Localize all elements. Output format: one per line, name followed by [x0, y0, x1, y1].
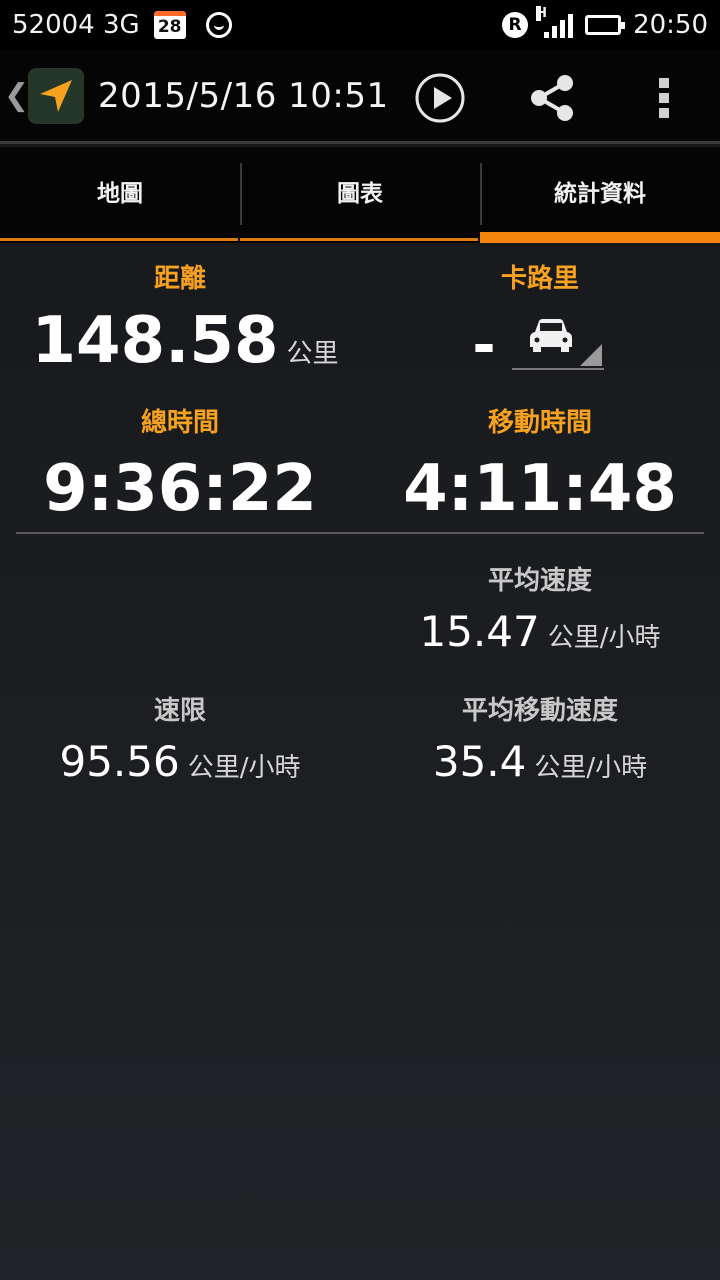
- moving-time-value: 4:11:48: [403, 452, 677, 526]
- clock-label: 20:50: [633, 10, 708, 40]
- tab-label: 地圖: [97, 181, 143, 207]
- total-time-label: 總時間: [140, 408, 219, 438]
- share-button[interactable]: [524, 72, 580, 124]
- max-speed-label: 速限: [153, 696, 206, 726]
- battery-icon: [585, 15, 626, 35]
- section-divider: [16, 532, 704, 534]
- activity-type-selector[interactable]: [512, 312, 604, 370]
- max-speed-value: 95.56: [59, 737, 180, 786]
- avg-speed-label: 平均速度: [487, 566, 592, 596]
- max-speed-unit: 公里/小時: [187, 753, 301, 783]
- play-icon: [415, 73, 465, 123]
- status-right: R H 20:50: [502, 6, 708, 40]
- calories-label: 卡路里: [500, 264, 579, 294]
- stat-avg-moving-speed: 平均移動速度 35.4 公里/小時: [380, 690, 700, 783]
- tab-chart[interactable]: 圖表: [240, 147, 480, 243]
- tab-map[interactable]: 地圖: [0, 147, 240, 243]
- distance-label: 距離: [153, 264, 206, 294]
- overflow-menu-button[interactable]: [644, 72, 684, 124]
- stat-moving-time: 移動時間 4:11:48: [380, 402, 700, 521]
- carrier-label: 52004 3G: [12, 10, 140, 40]
- signal-bar: [544, 32, 550, 38]
- play-button[interactable]: [414, 72, 466, 124]
- signal-bar: [560, 20, 566, 38]
- avg-speed-value: 15.47: [419, 607, 540, 656]
- avg-moving-speed-unit: 公里/小時: [534, 753, 648, 783]
- calendar-day: 28: [157, 17, 182, 37]
- distance-unit: 公里: [286, 339, 339, 369]
- navigation-arrow-icon: [40, 79, 72, 112]
- total-time-value: 9:36:22: [43, 452, 317, 526]
- action-bar: ❮ 2015/5/16 10:51: [0, 50, 720, 144]
- stat-calories: 卡路里: [380, 258, 700, 295]
- share-icon: [531, 75, 573, 121]
- tab-indicator: [0, 238, 238, 241]
- signal-icon: H: [536, 6, 574, 38]
- avg-speed-unit: 公里/小時: [547, 623, 661, 653]
- screen: 52004 3G 28 R H 20:50 ❮ 2015/5/16 10:51 …: [0, 0, 720, 1280]
- distance-value: 148.58: [31, 304, 279, 378]
- status-bar: 52004 3G 28 R H 20:50: [0, 0, 720, 50]
- stat-distance: 距離 148.58 公里: [20, 258, 340, 373]
- avg-speed-value-row: 15.47 公里/小時: [380, 611, 700, 653]
- notification-icon: [205, 12, 232, 38]
- dropdown-triangle-icon: [580, 344, 602, 366]
- stat-total-time: 總時間 9:36:22: [20, 402, 340, 521]
- back-chevron-icon[interactable]: ❮: [4, 78, 29, 113]
- signal-bar: [552, 26, 558, 38]
- stat-avg-speed: 平均速度 15.47 公里/小時: [380, 560, 700, 653]
- status-left: 52004 3G 28: [12, 10, 232, 40]
- max-speed-value-row: 95.56 公里/小時: [20, 741, 340, 783]
- tab-label: 統計資料: [554, 181, 646, 207]
- moving-time-label: 移動時間: [487, 408, 592, 438]
- calendar-icon: 28: [153, 11, 186, 39]
- page-title: 2015/5/16 10:51: [98, 75, 389, 116]
- tab-indicator: [240, 238, 478, 241]
- tab-indicator: [480, 232, 720, 243]
- tab-statistics[interactable]: 統計資料: [480, 147, 720, 243]
- roaming-icon: R: [502, 12, 529, 38]
- avg-moving-speed-value: 35.4: [432, 737, 527, 786]
- distance-value-row: 148.58 公里: [30, 309, 340, 373]
- signal-bar: [568, 14, 574, 38]
- calories-value: -: [472, 313, 496, 378]
- tab-label: 圖表: [337, 181, 383, 207]
- overflow-menu-icon: [659, 78, 669, 118]
- car-icon: [530, 319, 572, 352]
- network-type-label: H: [536, 6, 547, 21]
- avg-moving-speed-value-row: 35.4 公里/小時: [380, 741, 700, 783]
- app-icon[interactable]: [28, 67, 84, 124]
- avg-moving-speed-label: 平均移動速度: [461, 696, 618, 726]
- roaming-label: R: [508, 15, 522, 35]
- stat-max-speed: 速限 95.56 公里/小時: [20, 690, 340, 783]
- tab-bar: 地圖 圖表 統計資料: [0, 147, 720, 243]
